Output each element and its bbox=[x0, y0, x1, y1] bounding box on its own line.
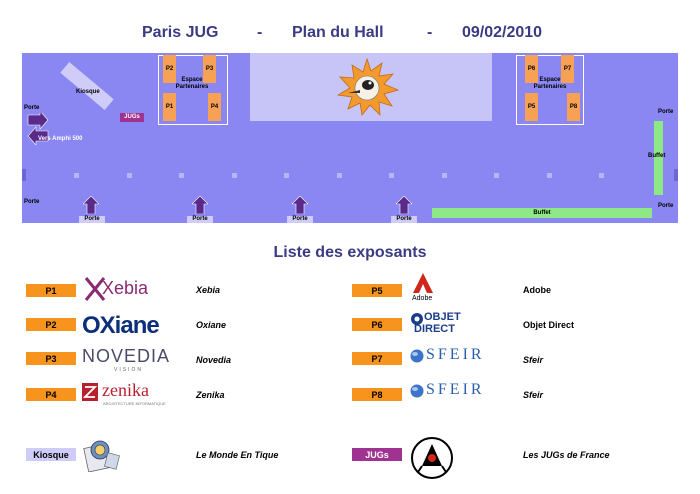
objet-logo-text: OBJET bbox=[424, 311, 461, 323]
oxiane-logo-text: OXiane bbox=[82, 312, 160, 339]
buffet-label-vertical: Buffet bbox=[648, 153, 666, 159]
sfeir-globe-icon bbox=[410, 384, 424, 398]
badge-kiosque: Kiosque bbox=[26, 448, 76, 461]
door-arrow-up-icon bbox=[292, 196, 308, 214]
stand-p5: P5 bbox=[525, 93, 538, 121]
pillar bbox=[179, 173, 184, 178]
logo-sfeir-1: SFEIR bbox=[410, 346, 502, 370]
badge-p5: P5 bbox=[352, 284, 402, 297]
le-monde-en-tique-logo-icon bbox=[83, 440, 120, 472]
title-sep-2: - bbox=[427, 24, 433, 41]
porte-label-left: Porte bbox=[24, 105, 40, 111]
sfeir-logo-text: SFEIR bbox=[426, 381, 485, 398]
badge-p7: P7 bbox=[352, 352, 402, 365]
pillar bbox=[547, 173, 552, 178]
direct-logo-text: DIRECT bbox=[414, 323, 455, 335]
logo-objet-direct: OBJET DIRECT bbox=[410, 310, 474, 338]
logo-xebia: Xebia bbox=[84, 274, 164, 304]
pillar bbox=[494, 173, 499, 178]
kiosque-area bbox=[60, 61, 114, 111]
logo-novedia: NOVEDIA VISION bbox=[82, 346, 172, 374]
pillar bbox=[284, 173, 289, 178]
badge-p4: P4 bbox=[26, 388, 76, 401]
espace-line1: Espace bbox=[539, 77, 561, 83]
porte-label-right-bottom: Porte bbox=[658, 203, 674, 209]
espace-line2: Partenaires bbox=[175, 84, 209, 90]
porte-tag-2: Porte bbox=[187, 216, 213, 223]
espace-label-right: Espace Partenaires bbox=[528, 77, 572, 91]
exhibitor-name-zenika: Zenika bbox=[196, 390, 225, 400]
pillar bbox=[232, 173, 237, 178]
badge-p1: P1 bbox=[26, 284, 76, 297]
badge-jugs: JUGs bbox=[352, 448, 402, 461]
exhibitor-name-jugs: Les JUGs de France bbox=[523, 450, 610, 460]
xebia-logo-text: Xebia bbox=[102, 278, 149, 298]
door-arrow-up-icon bbox=[192, 196, 208, 214]
title-org: Paris JUG bbox=[142, 24, 219, 41]
sfeir-logo-text: SFEIR bbox=[426, 346, 485, 363]
logo-sfeir-2: SFEIR bbox=[410, 381, 502, 405]
pillar bbox=[389, 173, 394, 178]
pillar bbox=[337, 173, 342, 178]
pillar bbox=[127, 173, 132, 178]
logo-adobe: Adobe bbox=[410, 272, 440, 306]
espace-line2: Partenaires bbox=[533, 84, 567, 90]
door-arrow-up-icon bbox=[396, 196, 412, 214]
corridor-edge-left bbox=[22, 169, 26, 181]
porte-tag-4: Porte bbox=[391, 216, 417, 223]
pillar bbox=[442, 173, 447, 178]
kiosque-map-label: Kiosque bbox=[76, 89, 100, 95]
badge-p3: P3 bbox=[26, 352, 76, 365]
exhibitor-name-kiosque: Le Monde En Tique bbox=[196, 450, 279, 460]
exhibitor-name-objet-direct: Objet Direct bbox=[523, 320, 575, 330]
novedia-logo-text: NOVEDIA bbox=[82, 346, 171, 366]
title-sep-1: - bbox=[257, 24, 263, 41]
porte-label-bottom-left: Porte bbox=[24, 199, 40, 205]
exhibitor-name-novedia: Novedia bbox=[196, 355, 232, 365]
title-plan: Plan du Hall bbox=[292, 24, 384, 41]
vers-amphi-label: Vers Amphi 500 bbox=[38, 136, 83, 142]
badge-p6: P6 bbox=[352, 318, 402, 331]
stand-p8: P8 bbox=[567, 93, 580, 121]
jugs-map-tag: JUGs bbox=[120, 113, 144, 122]
zenika-mark-icon bbox=[82, 383, 98, 401]
novedia-logo-sub: VISION bbox=[114, 367, 143, 373]
corridor-edge-right bbox=[674, 169, 678, 181]
exhibitor-name-adobe: Adobe bbox=[523, 285, 551, 295]
espace-label-left: Espace Partenaires bbox=[172, 77, 212, 91]
logo-zenika: zenika ARCHITECTURE INFORMATIQUE bbox=[82, 380, 176, 408]
espace-line1: Espace bbox=[181, 77, 203, 83]
jugs-de-france-logo-icon bbox=[411, 437, 453, 479]
badge-p2: P2 bbox=[26, 318, 76, 331]
buffet-horizontal: Buffet bbox=[432, 208, 652, 218]
exhibitor-name-sfeir-2: Sfeir bbox=[523, 390, 544, 400]
title-date: 09/02/2010 bbox=[462, 24, 543, 41]
porte-tag-3: Porte bbox=[287, 216, 313, 223]
exhibitor-name-xebia: Xebia bbox=[196, 285, 221, 295]
exhibitor-name-oxiane: Oxiane bbox=[196, 320, 227, 330]
exhibitor-name-sfeir-1: Sfeir bbox=[523, 355, 544, 365]
pillar bbox=[599, 173, 604, 178]
zenika-logo-sub: ARCHITECTURE INFORMATIQUE bbox=[103, 401, 166, 406]
porte-tag-1: Porte bbox=[79, 216, 105, 223]
badge-p8: P8 bbox=[352, 388, 402, 401]
door-arrow-up-icon bbox=[83, 196, 99, 214]
sfeir-globe-icon bbox=[410, 349, 424, 363]
adobe-logo-text: Adobe bbox=[412, 295, 433, 302]
page-title: Paris JUG - Plan du Hall - 09/02/2010 bbox=[0, 24, 700, 48]
adobe-a-icon bbox=[412, 272, 434, 294]
duke-sun-icon bbox=[336, 57, 400, 117]
pillar bbox=[74, 173, 79, 178]
stand-p1: P1 bbox=[163, 93, 176, 121]
logo-oxiane: OXiane bbox=[82, 312, 168, 340]
stand-p4: P4 bbox=[208, 93, 221, 121]
porte-label-right-top: Porte bbox=[658, 109, 674, 115]
list-title: Liste des exposants bbox=[273, 244, 427, 261]
zenika-logo-text: zenika bbox=[102, 380, 149, 400]
hall-map: Kiosque JUGs P2 P3 P1 P4 Espace Partenai… bbox=[22, 53, 678, 223]
